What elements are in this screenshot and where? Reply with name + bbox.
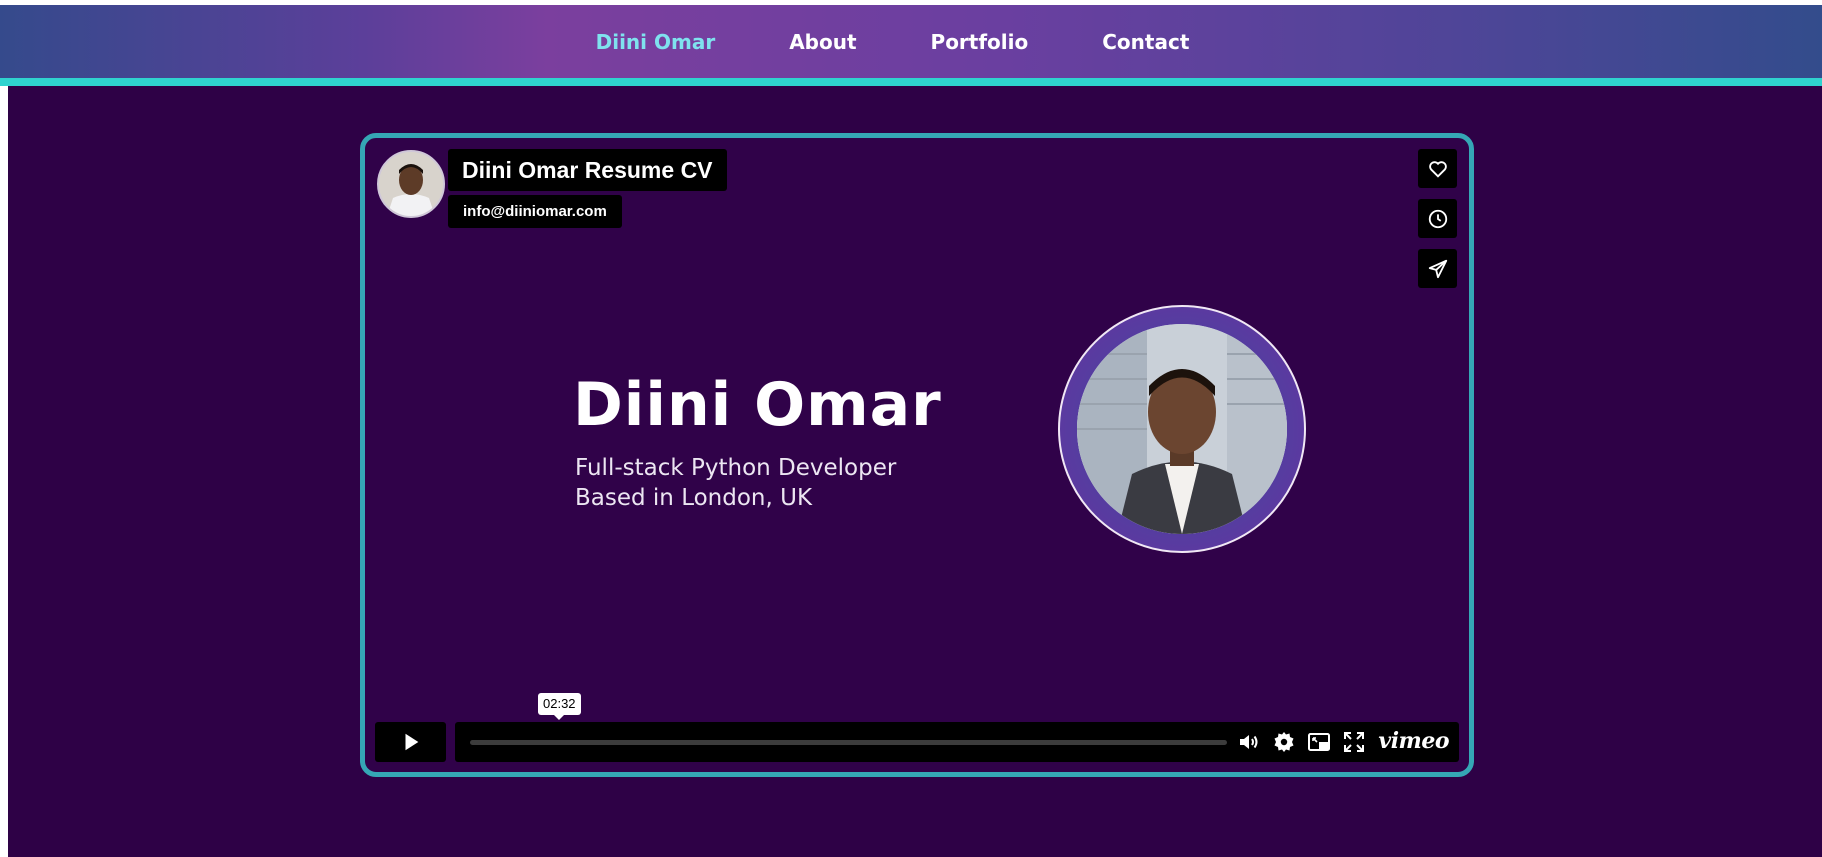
channel-avatar[interactable] [377, 150, 445, 218]
play-icon [405, 733, 418, 751]
time-tooltip: 02:32 [538, 693, 581, 720]
vimeo-logo[interactable]: vimeo [1378, 728, 1449, 754]
settings-icon[interactable] [1272, 730, 1296, 754]
volume-icon[interactable] [1237, 730, 1261, 754]
presenter-photo [1077, 324, 1287, 534]
video-byline-email[interactable]: info@diiniomar.com [463, 203, 607, 220]
video-title[interactable]: Diini Omar Resume CV [462, 157, 713, 184]
nav-link-home[interactable]: Diini Omar [596, 30, 716, 54]
video-frame[interactable]: Diini Omar Full-stack Python Developer B… [365, 138, 1469, 772]
play-button[interactable] [375, 722, 446, 762]
page: Diini Omar About Portfolio Contact Diini… [0, 0, 1822, 857]
video-player[interactable]: Diini Omar Full-stack Python Developer B… [360, 133, 1474, 777]
like-button[interactable] [1418, 149, 1457, 188]
main-content: Diini Omar Full-stack Python Developer B… [8, 86, 1822, 857]
video-headline: Diini Omar [573, 370, 942, 440]
pip-icon[interactable] [1307, 730, 1331, 754]
nav-links: Diini Omar About Portfolio Contact [0, 5, 1822, 78]
heart-icon [1428, 160, 1447, 178]
share-button[interactable] [1418, 249, 1457, 288]
video-subline-location: Based in London, UK [575, 485, 813, 511]
player-controls: 02:32 vimeo [375, 693, 1459, 762]
video-subline-role: Full-stack Python Developer [575, 455, 897, 481]
video-byline-box[interactable]: info@diiniomar.com [448, 195, 622, 228]
nav-link-portfolio[interactable]: Portfolio [931, 30, 1029, 54]
top-navbar: Diini Omar About Portfolio Contact [0, 5, 1822, 86]
control-bar: 02:32 vimeo [455, 693, 1459, 762]
watch-later-button[interactable] [1418, 199, 1457, 238]
nav-link-contact[interactable]: Contact [1102, 30, 1189, 54]
video-title-box[interactable]: Diini Omar Resume CV [448, 149, 727, 191]
presenter-portrait [1058, 305, 1306, 553]
fullscreen-icon[interactable] [1342, 730, 1366, 754]
nav-link-about[interactable]: About [789, 30, 856, 54]
send-icon [1428, 259, 1447, 278]
progress-bar[interactable] [470, 740, 1227, 745]
clock-icon [1428, 209, 1447, 228]
